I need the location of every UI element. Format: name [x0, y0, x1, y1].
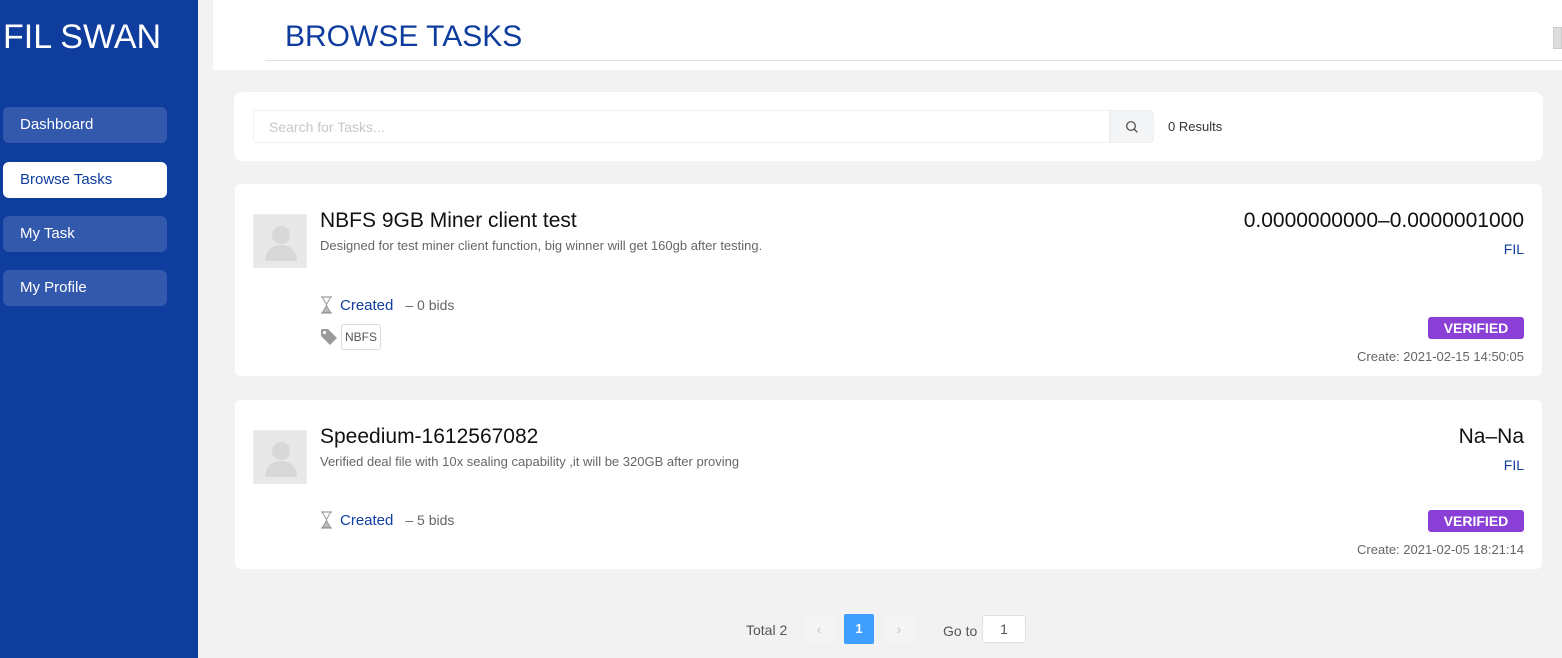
hourglass-icon	[321, 511, 332, 529]
search-input[interactable]	[253, 110, 1110, 143]
goto-page-input[interactable]	[982, 615, 1026, 643]
next-page-button[interactable]: ›	[884, 614, 914, 644]
verified-badge: VERIFIED	[1428, 317, 1524, 339]
user-placeholder-icon	[265, 442, 297, 477]
task-status-row: Created – 0 bids	[320, 296, 454, 314]
sidebar-item-my-profile[interactable]: My Profile	[3, 270, 167, 306]
task-card[interactable]: NBFS 9GB Miner client test Designed for …	[235, 184, 1542, 376]
task-status-row: Created – 5 bids	[320, 511, 454, 529]
task-description: Verified deal file with 10x sealing capa…	[320, 454, 740, 469]
verified-badge: VERIFIED	[1428, 510, 1524, 532]
task-status: Created	[340, 296, 394, 314]
goto-label: Go to	[943, 623, 978, 639]
task-card[interactable]: Speedium-1612567082 Verified deal file w…	[235, 400, 1542, 569]
pagination-total: Total 2	[746, 622, 788, 638]
task-created-time: Create: 2021-02-15 14:50:05	[1357, 349, 1524, 364]
sidebar-item-dashboard[interactable]: Dashboard	[3, 107, 167, 143]
header-scroll-handle[interactable]	[1553, 27, 1562, 49]
task-tags: NBFS	[320, 324, 382, 350]
avatar	[253, 430, 307, 484]
results-count: 0 Results	[1168, 119, 1223, 134]
task-currency: FIL	[1503, 241, 1524, 257]
page-title: BROWSE TASKS	[285, 20, 523, 53]
task-status: Created	[340, 511, 394, 529]
sidebar-item-my-task[interactable]: My Task	[3, 216, 167, 252]
task-created-time: Create: 2021-02-05 18:21:14	[1357, 542, 1524, 557]
pagination: Total 2 ‹ 1 › Go to	[0, 614, 1562, 644]
task-price: 0.0000000000–0.0000001000	[1243, 209, 1524, 232]
brand-logo-text: FIL SWAN	[3, 18, 162, 56]
search-card: 0 Results	[234, 92, 1543, 161]
header-divider	[265, 60, 1562, 61]
sidebar-item-browse-tasks[interactable]: Browse Tasks	[3, 162, 167, 198]
page-header: BROWSE TASKS	[213, 0, 1562, 70]
avatar	[253, 214, 307, 268]
task-tag[interactable]: NBFS	[341, 324, 382, 350]
task-title[interactable]: Speedium-1612567082	[320, 425, 538, 449]
tag-icon	[321, 329, 337, 345]
search-icon	[1126, 120, 1138, 133]
task-bids: – 5 bids	[405, 512, 455, 528]
hourglass-icon	[321, 296, 332, 314]
task-bids: – 0 bids	[405, 297, 455, 313]
user-placeholder-icon	[265, 226, 297, 261]
task-description: Designed for test miner client function,…	[320, 238, 763, 253]
content-gutter	[198, 0, 212, 658]
task-price: Na–Na	[1458, 425, 1524, 448]
task-currency: FIL	[1503, 457, 1524, 473]
page-number-button[interactable]: 1	[844, 614, 874, 644]
prev-page-button[interactable]: ‹	[804, 614, 834, 644]
sidebar: FIL SWAN Dashboard Browse Tasks My Task …	[0, 0, 198, 658]
search-button[interactable]	[1110, 110, 1154, 143]
task-title[interactable]: NBFS 9GB Miner client test	[320, 209, 577, 233]
